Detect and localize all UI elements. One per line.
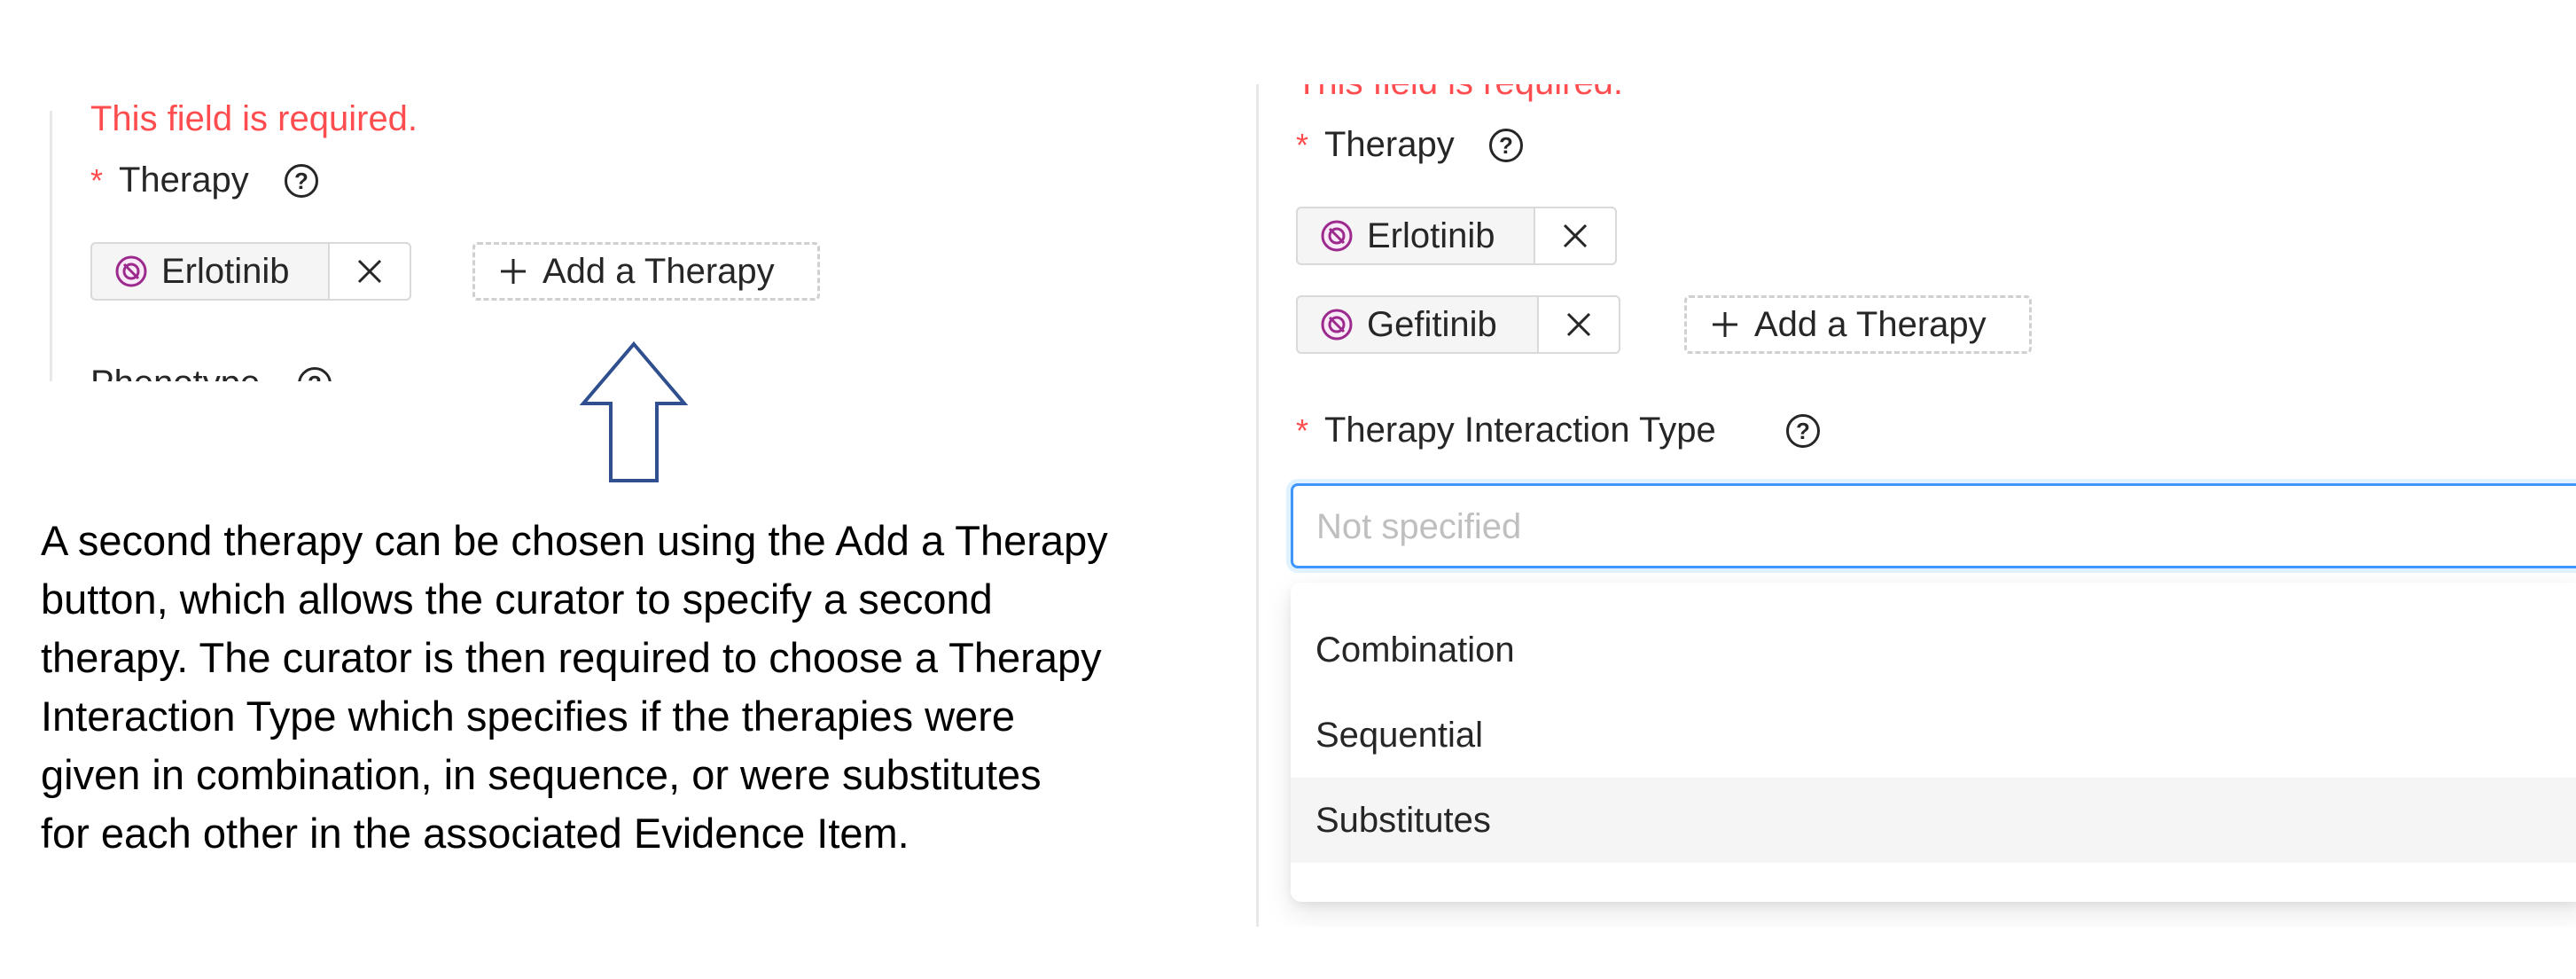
caption-line: therapy. The curator is then required to… bbox=[41, 634, 1102, 681]
plus-icon bbox=[501, 259, 526, 284]
remove-tag-button[interactable] bbox=[328, 242, 411, 301]
add-therapy-button[interactable]: Add a Therapy bbox=[1684, 295, 2032, 354]
required-mark: * bbox=[90, 162, 104, 199]
caption-text: A second therapy can be chosen using the… bbox=[41, 512, 1193, 863]
close-icon bbox=[1563, 223, 1588, 248]
right-form-panel: This field is required. * Therapy ? Erlo… bbox=[1222, 84, 2576, 927]
remove-tag-button[interactable] bbox=[1534, 207, 1617, 265]
therapy-tag-erlotinib: Erlotinib bbox=[1296, 207, 1617, 265]
add-therapy-button[interactable]: Add a Therapy bbox=[472, 242, 820, 301]
option-sequential[interactable]: Sequential bbox=[1291, 693, 2576, 778]
caption-line: Interaction Type which specifies if the … bbox=[41, 693, 1015, 740]
error-message: This field is required. bbox=[90, 99, 418, 138]
tag-label: Erlotinib bbox=[161, 251, 290, 291]
add-therapy-label: Add a Therapy bbox=[543, 251, 775, 291]
phenotype-label: Phenotype bbox=[90, 364, 260, 381]
interaction-type-dropdown: Combination Sequential Substitutes bbox=[1291, 583, 2576, 902]
divider bbox=[1256, 84, 1259, 927]
divider bbox=[50, 111, 52, 381]
therapy-interaction-type-select[interactable]: Not specified bbox=[1291, 483, 2576, 568]
drug-icon bbox=[1321, 220, 1353, 252]
option-substitutes[interactable]: Substitutes bbox=[1291, 778, 2576, 863]
therapy-label: Therapy bbox=[1324, 125, 1455, 164]
drug-icon bbox=[115, 255, 147, 287]
caption-line: button, which allows the curator to spec… bbox=[41, 576, 993, 623]
therapy-tag-gefitinib: Gefitinib bbox=[1296, 295, 1620, 354]
therapy-interaction-type-label: Therapy Interaction Type bbox=[1324, 411, 1716, 450]
question-circle-icon[interactable]: ? bbox=[1489, 129, 1523, 162]
close-icon bbox=[357, 259, 382, 284]
caption-line: A second therapy can be chosen using the… bbox=[41, 517, 1108, 564]
close-icon bbox=[1566, 312, 1591, 337]
plus-icon bbox=[1713, 312, 1737, 337]
question-circle-icon[interactable]: ? bbox=[285, 164, 318, 198]
option-combination[interactable]: Combination bbox=[1291, 607, 2576, 693]
left-form-panel: This field is required. * Therapy ? Erlo… bbox=[0, 0, 886, 381]
question-circle-icon[interactable]: ? bbox=[1786, 414, 1820, 448]
select-placeholder: Not specified bbox=[1316, 507, 1522, 546]
caption-line: given in combination, in sequence, or we… bbox=[41, 751, 1042, 798]
add-therapy-label: Add a Therapy bbox=[1754, 304, 1987, 344]
question-circle-icon[interactable]: ? bbox=[298, 367, 332, 381]
required-mark: * bbox=[1296, 412, 1309, 449]
required-mark: * bbox=[1296, 127, 1309, 163]
therapy-label: Therapy bbox=[119, 161, 249, 200]
remove-tag-button[interactable] bbox=[1537, 295, 1620, 354]
up-arrow bbox=[579, 341, 689, 482]
error-message: This field is required. bbox=[1296, 84, 1623, 103]
therapy-tag-erlotinib: Erlotinib bbox=[90, 242, 411, 301]
tag-label: Erlotinib bbox=[1367, 215, 1495, 255]
drug-icon bbox=[1321, 309, 1353, 341]
tag-label: Gefitinib bbox=[1367, 304, 1497, 344]
caption-line: for each other in the associated Evidenc… bbox=[41, 810, 909, 857]
